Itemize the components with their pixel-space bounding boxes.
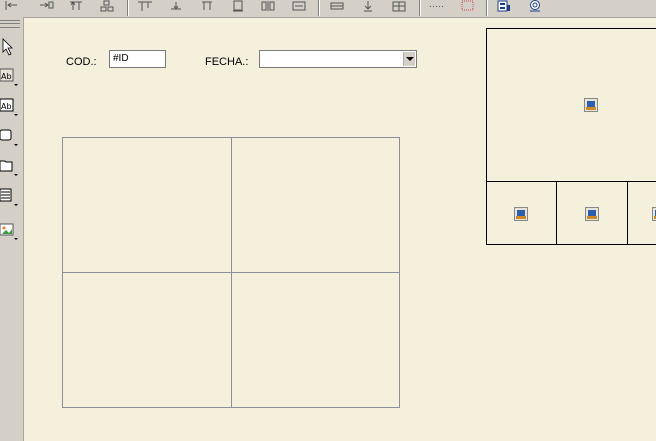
image-placeholder[interactable] xyxy=(627,181,656,245)
table-cell[interactable] xyxy=(230,137,400,273)
align-top-icon[interactable] xyxy=(68,0,84,14)
image-placeholder[interactable] xyxy=(486,181,557,245)
same-width-icon[interactable] xyxy=(199,0,215,14)
toolbar-grip[interactable] xyxy=(0,20,20,28)
rectangle-tool-icon[interactable] xyxy=(0,126,20,148)
image-icon xyxy=(584,98,598,112)
pointer-icon[interactable] xyxy=(0,36,20,58)
table-cell[interactable] xyxy=(62,137,232,273)
same-height-icon[interactable] xyxy=(230,0,246,14)
chevron-down-icon[interactable] xyxy=(403,52,415,66)
image-icon xyxy=(585,207,599,221)
center-horizontal-icon[interactable] xyxy=(260,0,276,14)
design-canvas[interactable]: COD.: #ID FECHA.: xyxy=(24,18,656,441)
toolbar-separator xyxy=(486,0,488,16)
object-properties-icon[interactable] xyxy=(496,0,512,14)
bring-front-icon[interactable] xyxy=(391,0,407,14)
fecha-combobox[interactable] xyxy=(259,50,417,68)
svg-text:Ab: Ab xyxy=(1,72,12,81)
toolbar-separator xyxy=(419,0,421,16)
textbox-tool-icon[interactable]: Ab| xyxy=(0,96,20,118)
top-toolbar xyxy=(0,0,656,18)
cod-field[interactable]: #ID xyxy=(109,50,166,68)
fecha-label: FECHA.: xyxy=(205,56,249,68)
align-bottom-edges-icon[interactable] xyxy=(168,0,184,14)
toolbar-separator xyxy=(318,0,320,16)
center-vertical-icon[interactable] xyxy=(291,0,307,14)
preview-icon[interactable] xyxy=(527,0,543,14)
svg-text:Ab|: Ab| xyxy=(1,102,14,111)
toolbar-separator xyxy=(127,0,129,16)
align-left-icon[interactable] xyxy=(4,0,20,14)
grid-table[interactable] xyxy=(62,137,400,408)
align-top-edges-icon[interactable] xyxy=(137,0,153,14)
table-cell[interactable] xyxy=(230,272,400,408)
image-placeholder[interactable] xyxy=(486,28,656,182)
move-up-icon[interactable] xyxy=(329,0,345,14)
distribute-icon[interactable] xyxy=(99,0,115,14)
tools-palette: Ab Ab| xyxy=(0,17,24,441)
move-down-icon[interactable] xyxy=(360,0,376,14)
folder-tool-icon[interactable] xyxy=(0,156,20,178)
cod-label: COD.: xyxy=(66,56,97,68)
image-icon xyxy=(514,207,528,221)
image-icon xyxy=(652,207,656,221)
grid-icon[interactable] xyxy=(429,0,445,14)
label-tool-icon[interactable]: Ab xyxy=(0,66,20,88)
image-tool-icon[interactable] xyxy=(0,220,20,242)
align-center-h-icon[interactable] xyxy=(38,0,54,14)
selection-box-icon[interactable] xyxy=(460,0,476,14)
table-cell[interactable] xyxy=(62,272,232,408)
image-placeholder[interactable] xyxy=(556,181,628,245)
list-tool-icon[interactable] xyxy=(0,186,20,208)
